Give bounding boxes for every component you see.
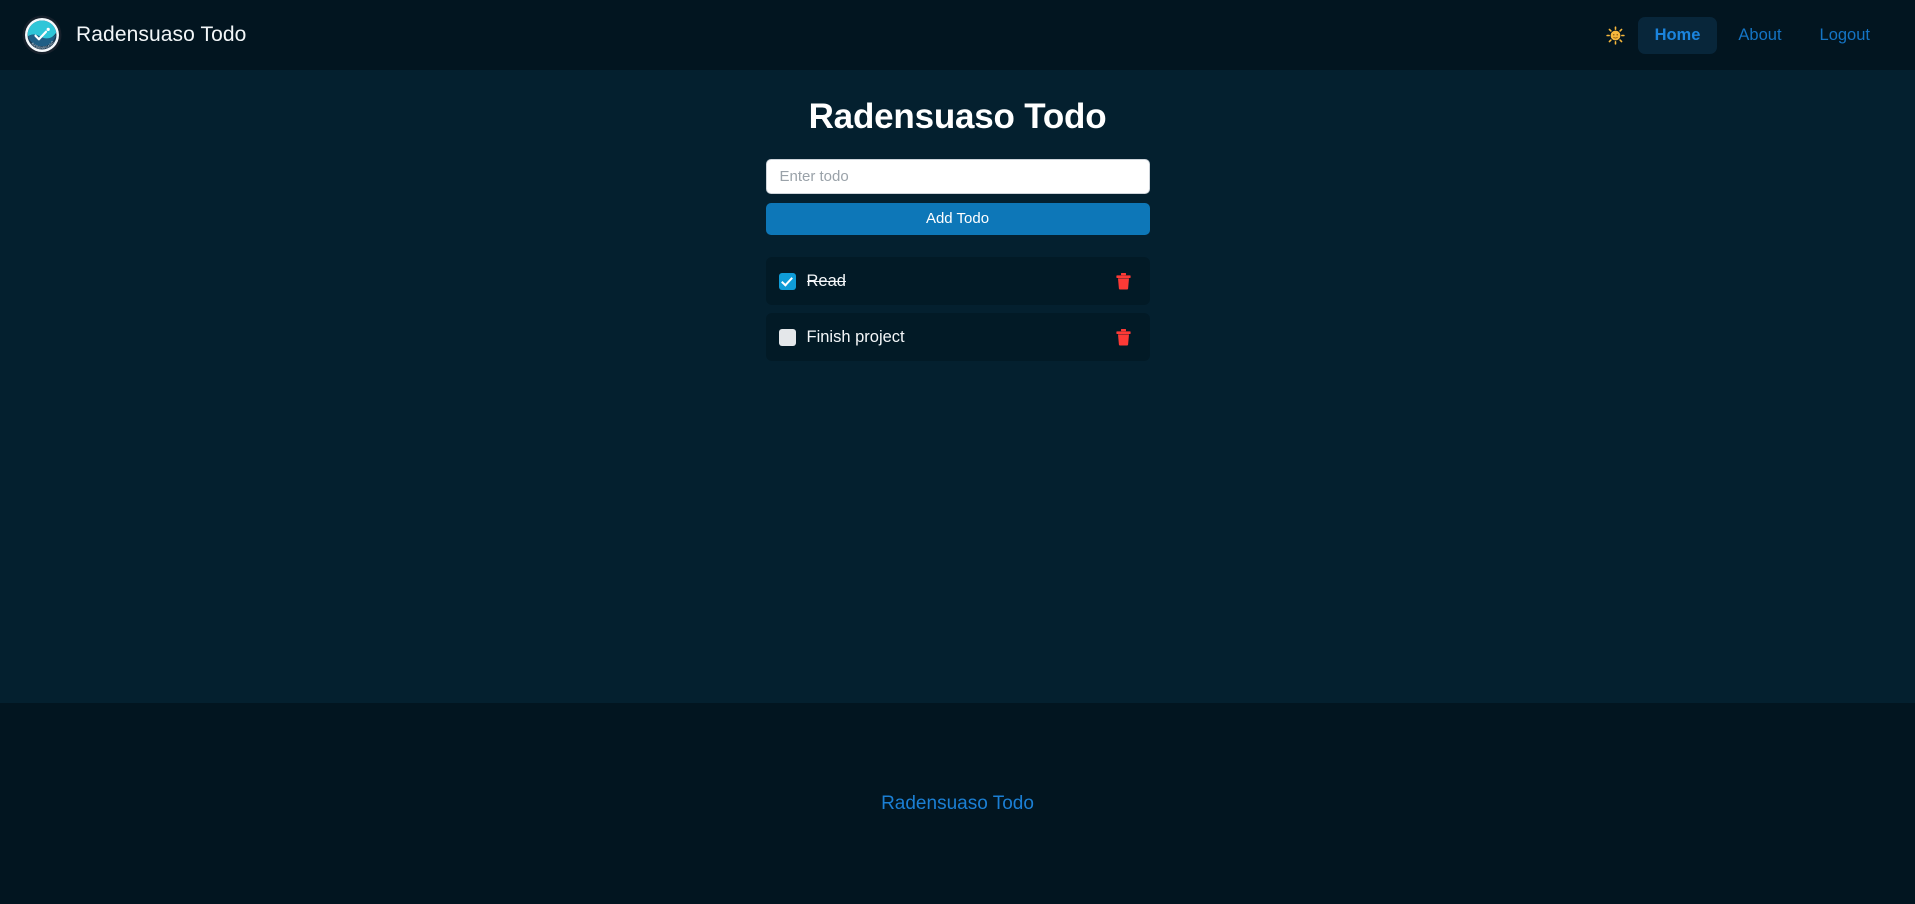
nav-link-logout[interactable]: Logout — [1803, 17, 1887, 54]
brand-title: Radensuaso Todo — [76, 23, 247, 46]
main-content: Radensuaso Todo Add Todo Read Finish pro… — [0, 70, 1915, 703]
sun-icon-glyph — [1605, 25, 1625, 45]
nav-link-about[interactable]: About — [1721, 17, 1798, 54]
nav-link-home[interactable]: Home — [1637, 16, 1718, 54]
todo-list: Read Finish project — [765, 257, 1150, 361]
navbar-links: Home About Logout — [1597, 16, 1887, 54]
todo-label: Read — [806, 271, 846, 290]
add-todo-button[interactable]: Add Todo — [765, 203, 1150, 235]
trash-icon — [1115, 272, 1131, 289]
wave-check-logo-icon: RADENSUASO TODO — [22, 15, 62, 55]
page-title: Radensuaso Todo — [808, 97, 1107, 136]
trash-icon — [1115, 328, 1131, 345]
todo-checkbox[interactable] — [778, 328, 796, 346]
footer-brand-link[interactable]: Radensuaso Todo — [881, 793, 1034, 815]
brand-link[interactable]: RADENSUASO TODO Radensuaso Todo — [22, 15, 246, 55]
todo-label: Finish project — [806, 327, 905, 346]
top-navbar: RADENSUASO TODO Radensuaso Todo — [0, 0, 1915, 70]
todo-list-item: Finish project — [765, 313, 1150, 361]
todo-checkbox[interactable] — [778, 272, 796, 290]
sun-icon[interactable] — [1597, 20, 1634, 51]
todo-list-item: Read — [765, 257, 1150, 305]
page-footer: Radensuaso Todo — [0, 703, 1915, 904]
todo-input[interactable] — [765, 159, 1150, 194]
delete-todo-button[interactable] — [1112, 269, 1135, 294]
delete-todo-button[interactable] — [1112, 325, 1135, 350]
todo-container: Radensuaso Todo Add Todo Read Finish pro… — [765, 97, 1150, 361]
